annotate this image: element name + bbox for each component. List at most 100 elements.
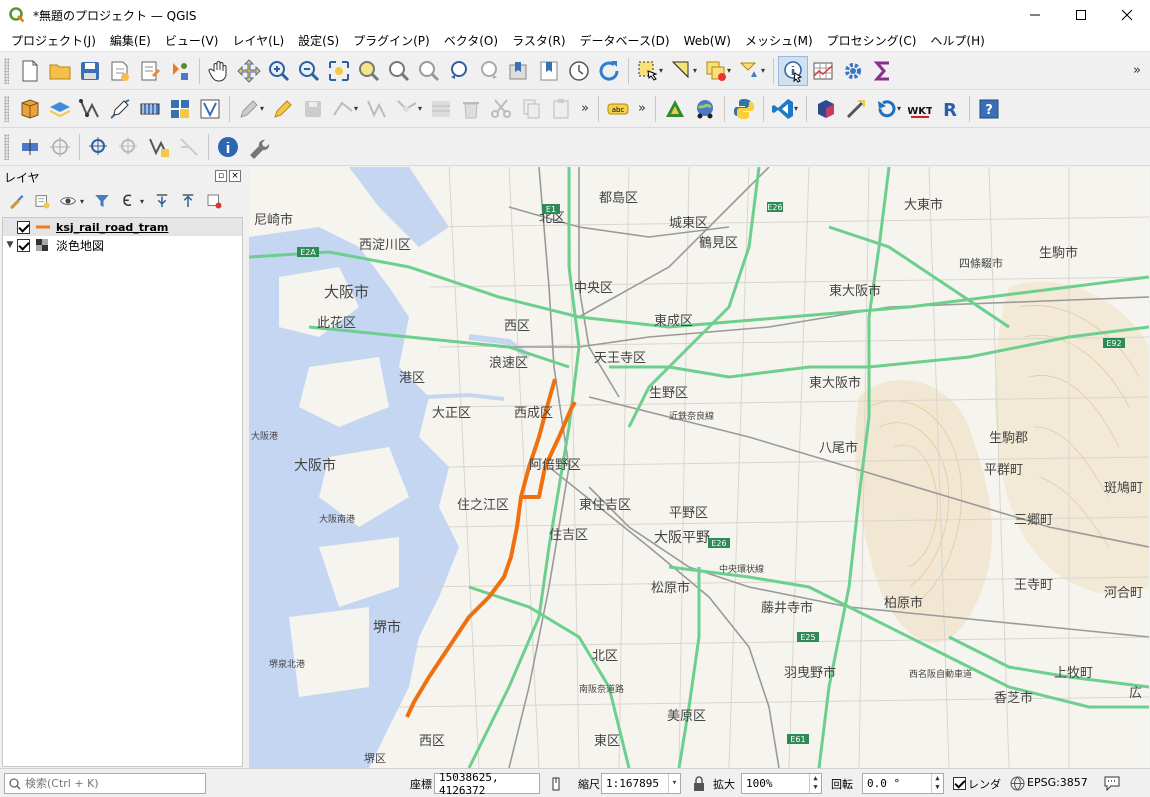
magnifier-field[interactable]: 100% ▲ ▼ bbox=[741, 773, 822, 794]
save-as-button[interactable] bbox=[105, 56, 135, 86]
panel-float-button[interactable]: ▫ bbox=[215, 170, 227, 182]
field-calculator-button[interactable] bbox=[808, 56, 838, 86]
plugin-3d-button[interactable] bbox=[811, 94, 841, 124]
vertex-tool-button[interactable] bbox=[362, 94, 392, 124]
menu-layer[interactable]: レイヤ(L) bbox=[225, 32, 291, 49]
toolbar-grip[interactable] bbox=[4, 57, 9, 84]
menu-settings[interactable]: 設定(S) bbox=[291, 32, 346, 49]
new-project-button[interactable] bbox=[15, 56, 45, 86]
zoom-to-layer-button[interactable] bbox=[384, 56, 414, 86]
zoom-in-button[interactable] bbox=[264, 56, 294, 86]
menu-mesh[interactable]: メッシュ(M) bbox=[738, 32, 820, 49]
layer-visibility-checkbox[interactable] bbox=[17, 220, 30, 234]
show-bookmarks-button[interactable] bbox=[534, 56, 564, 86]
refresh-button[interactable] bbox=[594, 56, 624, 86]
add-feature-dropdown[interactable]: ▾ bbox=[354, 104, 362, 113]
menu-plugins[interactable]: プラグイン(P) bbox=[346, 32, 437, 49]
temporal-controller-button[interactable] bbox=[564, 56, 594, 86]
manage-visibility-button[interactable] bbox=[56, 189, 80, 213]
info-button[interactable] bbox=[213, 132, 243, 162]
add-vector-button[interactable] bbox=[75, 94, 105, 124]
coordinate-capture-button[interactable] bbox=[84, 132, 114, 162]
close-button[interactable] bbox=[1104, 0, 1150, 30]
disabled-tool-button[interactable] bbox=[174, 132, 204, 162]
visibility-dropdown[interactable]: ▾ bbox=[80, 197, 88, 206]
mouse-toggle-icon[interactable] bbox=[548, 776, 564, 792]
wkt-button[interactable]: WKT bbox=[905, 94, 935, 124]
minimize-button[interactable] bbox=[1012, 0, 1058, 30]
menu-edit[interactable]: 編集(E) bbox=[103, 32, 158, 49]
menu-web[interactable]: Web(W) bbox=[677, 34, 738, 48]
label-button[interactable]: abc bbox=[603, 94, 633, 124]
style-brush-button[interactable] bbox=[4, 189, 28, 213]
lock-icon[interactable] bbox=[692, 776, 706, 792]
add-wms-button[interactable] bbox=[195, 94, 225, 124]
style-manager-button[interactable] bbox=[165, 56, 195, 86]
coordinate-field[interactable]: 15038625, 4126372 bbox=[434, 771, 540, 797]
save-project-button[interactable] bbox=[75, 56, 105, 86]
toolbox-button[interactable] bbox=[838, 56, 868, 86]
new-bookmark-button[interactable] bbox=[504, 56, 534, 86]
data-source-manager-button[interactable] bbox=[15, 94, 45, 124]
filter-legend-button[interactable] bbox=[90, 189, 114, 213]
deselect-dropdown[interactable]: ▾ bbox=[727, 66, 735, 75]
crs-value[interactable]: EPSG:3857 bbox=[1027, 776, 1088, 789]
add-layer-button[interactable] bbox=[45, 94, 75, 124]
save-edits-button[interactable] bbox=[298, 94, 328, 124]
expand-all-button[interactable] bbox=[150, 189, 174, 213]
pan-button[interactable] bbox=[204, 56, 234, 86]
zoom-to-selection-button[interactable] bbox=[354, 56, 384, 86]
menu-view[interactable]: ビュー(V) bbox=[158, 32, 226, 49]
georeference-button[interactable] bbox=[15, 132, 45, 162]
vertex-dropdown[interactable]: ▾ bbox=[418, 104, 426, 113]
zoom-native-button[interactable] bbox=[414, 56, 444, 86]
menu-raster[interactable]: ラスタ(R) bbox=[505, 32, 572, 49]
search-input[interactable] bbox=[25, 777, 195, 790]
copy-button[interactable] bbox=[516, 94, 546, 124]
attr-dropdown[interactable]: ▾ bbox=[761, 66, 769, 75]
add-mesh-button[interactable] bbox=[165, 94, 195, 124]
panel-close-button[interactable]: × bbox=[229, 170, 241, 182]
undo-dropdown[interactable]: ▾ bbox=[897, 104, 905, 113]
gps-button[interactable] bbox=[144, 132, 174, 162]
rotation-field[interactable]: 0.0 ° ▲ ▼ bbox=[862, 773, 944, 794]
zoom-out-button[interactable] bbox=[294, 56, 324, 86]
toggle-edit-button[interactable] bbox=[268, 94, 298, 124]
network-button[interactable] bbox=[841, 94, 871, 124]
maximize-button[interactable] bbox=[1058, 0, 1104, 30]
map-canvas[interactable]: 尼崎市 西淀川区 大阪市 此花区 港区 大正区 大阪市 住之江区 堺市 北区 都… bbox=[249, 167, 1149, 768]
print-layout-button[interactable] bbox=[135, 56, 165, 86]
add-raster-button[interactable] bbox=[135, 94, 165, 124]
vscode-dropdown[interactable]: ▾ bbox=[794, 104, 802, 113]
layer-visibility-checkbox[interactable] bbox=[17, 238, 30, 252]
open-project-button[interactable] bbox=[45, 56, 75, 86]
pan-to-selection-button[interactable] bbox=[234, 56, 264, 86]
layer-item-ksj-rail[interactable]: ksj_rail_road_tram bbox=[3, 218, 242, 236]
attribute-edit-button[interactable] bbox=[426, 94, 456, 124]
toolbar-overflow-3[interactable]: » bbox=[633, 101, 651, 116]
remove-layer-button[interactable] bbox=[202, 189, 226, 213]
toolbar-grip[interactable] bbox=[4, 95, 9, 122]
render-checkbox[interactable] bbox=[953, 777, 966, 790]
menu-help[interactable]: ヘルプ(H) bbox=[923, 32, 991, 49]
collapse-all-button[interactable] bbox=[176, 189, 200, 213]
locator-search[interactable] bbox=[4, 773, 206, 794]
identify-button[interactable] bbox=[778, 55, 808, 86]
expression-filter-button[interactable] bbox=[116, 189, 140, 213]
zoom-full-button[interactable] bbox=[324, 56, 354, 86]
inkscape-button[interactable] bbox=[660, 94, 690, 124]
magnifier-spin[interactable]: ▲ ▼ bbox=[809, 774, 821, 793]
wrench-button[interactable] bbox=[243, 132, 273, 162]
digitize-button[interactable] bbox=[105, 94, 135, 124]
python-console-button[interactable] bbox=[729, 94, 759, 124]
toolbar-overflow-1[interactable]: » bbox=[1128, 63, 1146, 78]
layer-item-tanshoku[interactable]: ▼ 淡色地図 bbox=[3, 236, 242, 254]
rotation-spin[interactable]: ▲ ▼ bbox=[931, 774, 943, 793]
expression-dropdown[interactable]: ▾ bbox=[140, 197, 148, 206]
messages-icon[interactable] bbox=[1103, 775, 1121, 791]
web-globe-button[interactable] bbox=[690, 94, 720, 124]
menu-vector[interactable]: ベクタ(O) bbox=[437, 32, 505, 49]
vertex-add-button[interactable] bbox=[114, 132, 144, 162]
help-button[interactable]: ? bbox=[974, 94, 1004, 124]
toolbar-overflow-2[interactable]: » bbox=[576, 101, 594, 116]
